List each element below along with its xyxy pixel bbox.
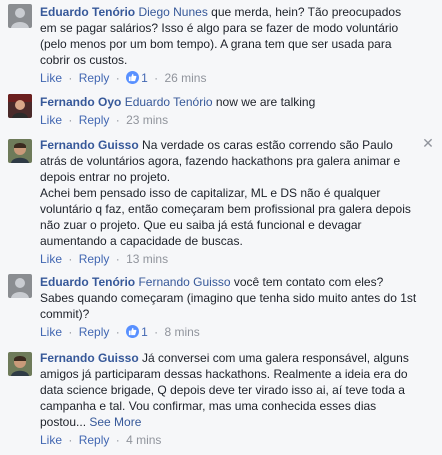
comment-mention[interactable]: Diego Nunes [138,5,207,19]
comment-actions: Like · Reply · 23 mins [40,112,420,128]
comment-author[interactable]: Fernando Guisso [40,138,139,152]
comment-item: Fernando Guisso Já conversei com uma gal… [0,350,442,448]
avatar[interactable] [8,274,32,298]
like-count[interactable]: 1 [141,325,148,339]
avatar-image [8,94,32,118]
comment-timestamp[interactable]: 4 mins [126,433,161,447]
like-link[interactable]: Like [40,71,62,85]
like-count[interactable]: 1 [141,71,148,85]
avatar[interactable] [8,352,32,376]
avatar[interactable] [8,139,32,163]
separator: · [154,325,159,339]
comment-author[interactable]: Eduardo Tenório [40,5,135,19]
comment-item: Fernando Oyo Eduardo Tenório now we are … [0,94,442,128]
comment-timestamp[interactable]: 23 mins [126,113,168,127]
like-link[interactable]: Like [40,325,62,339]
separator: · [68,325,73,339]
comment-item: Eduardo Tenório Diego Nunes que merda, h… [0,4,442,86]
separator: · [68,433,73,447]
comment-actions: Like · Reply · 13 mins [40,251,420,267]
see-more-link[interactable]: See More [89,415,141,429]
thumbs-up-icon[interactable] [126,325,140,338]
reply-link[interactable]: Reply [79,71,110,85]
avatar[interactable] [8,4,32,28]
avatar-image [8,139,32,163]
separator: · [115,433,120,447]
like-link[interactable]: Like [40,433,62,447]
comment-text: now we are talking [212,95,316,109]
comment-item: Fernando Guisso Na verdade os caras estã… [0,137,442,267]
comment-body: Eduardo Tenório Fernando Guisso você tem… [40,274,420,322]
like-link[interactable]: Like [40,113,62,127]
comment-text-continued: Achei bem pensado isso de capitalizar, M… [40,186,411,248]
separator: · [115,71,120,85]
comment-body: Fernando Oyo Eduardo Tenório now we are … [40,94,420,110]
separator: · [115,113,120,127]
comment-actions: Like · Reply · 1 · 8 mins [40,324,420,340]
comment-author[interactable]: Fernando Oyo [40,95,121,109]
avatar-image [8,274,32,298]
separator: · [68,252,73,266]
separator: · [154,71,159,85]
comment-actions: Like · Reply · 4 mins [40,432,420,448]
reply-link[interactable]: Reply [79,252,110,266]
comment-body: Fernando Guisso Já conversei com uma gal… [40,350,420,430]
reply-link[interactable]: Reply [79,325,110,339]
comment-mention[interactable]: Fernando Guisso [138,275,230,289]
separator: · [115,325,120,339]
comment-actions: Like · Reply · 1 · 26 mins [40,70,420,86]
comment-body: Eduardo Tenório Diego Nunes que merda, h… [40,4,420,68]
avatar-image [8,352,32,376]
reply-link[interactable]: Reply [79,113,110,127]
comment-mention[interactable]: Eduardo Tenório [125,95,213,109]
comment-item: Eduardo Tenório Fernando Guisso você tem… [0,274,442,340]
comment-body: Fernando Guisso Na verdade os caras estã… [40,137,420,249]
comment-thread: Eduardo Tenório Diego Nunes que merda, h… [0,0,442,455]
comment-timestamp[interactable]: 8 mins [164,325,199,339]
reply-link[interactable]: Reply [79,433,110,447]
comment-author[interactable]: Eduardo Tenório [40,275,135,289]
comment-author[interactable]: Fernando Guisso [40,351,139,365]
separator: · [68,113,73,127]
like-link[interactable]: Like [40,252,62,266]
close-icon[interactable]: ✕ [422,136,434,150]
thumbs-up-icon[interactable] [126,71,140,84]
avatar[interactable] [8,94,32,118]
comment-timestamp[interactable]: 26 mins [164,71,206,85]
separator: · [68,71,73,85]
separator: · [115,252,120,266]
avatar-image [8,4,32,28]
comment-timestamp[interactable]: 13 mins [126,252,168,266]
